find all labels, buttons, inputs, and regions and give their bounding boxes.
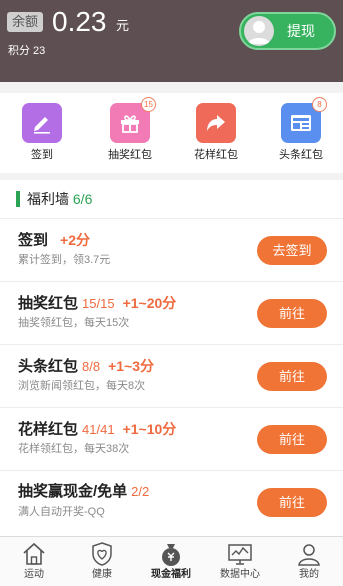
welfare-wall-count: 6/6 <box>72 191 93 207</box>
task-row: 抽奖红包 15/15 +1~20分 抽奖领红包，每天15次 前往 <box>0 282 343 345</box>
nav-item-health[interactable]: 健康 <box>68 541 136 582</box>
quick-item-label: 签到 <box>31 149 53 161</box>
news-tile: 8 <box>281 97 327 143</box>
quick-item-checkin[interactable]: 签到 <box>7 103 77 162</box>
task-title: 抽奖红包 <box>18 295 79 312</box>
go-button[interactable]: 前往 <box>257 425 327 454</box>
bottom-nav: 运动 健康 现金福利 数据中心 我的 <box>0 536 343 586</box>
balance-header: 余额 0.23 元 积分 23 提现 <box>0 0 343 82</box>
task-headline: 抽奖红包 15/15 +1~20分 <box>18 293 176 314</box>
gift-icon <box>121 115 139 133</box>
home-icon <box>23 542 45 565</box>
task-progress: 2/2 <box>131 484 150 499</box>
nav-item-mine[interactable]: 我的 <box>275 541 343 582</box>
go-button[interactable]: 前往 <box>257 299 327 328</box>
task-progress: 8/8 <box>82 359 101 374</box>
go-button[interactable]: 前往 <box>257 362 327 391</box>
nav-item-cash-welfare[interactable]: 现金福利 <box>137 541 205 582</box>
task-description: 满人自动开奖-QQ <box>18 506 105 518</box>
task-progress: 15/15 <box>82 296 115 311</box>
task-title: 头条红包 <box>18 358 79 375</box>
task-reward: +1~10分 <box>122 421 177 437</box>
nav-label: 现金福利 <box>151 569 191 580</box>
welfare-wall: 福利墙 6/6 签到 +2分 累计签到，领3.7元 去签到 抽奖红包 15/15 +1… <box>0 180 343 536</box>
welfare-wall-header: 福利墙 6/6 <box>0 180 343 219</box>
user-icon <box>298 544 320 566</box>
welfare-wall-title-text: 福利墙 <box>27 191 69 207</box>
quick-item-lottery[interactable]: 15 抽奖红包 <box>95 97 165 162</box>
lottery-badge: 15 <box>141 97 156 112</box>
share-arrow-icon <box>207 115 225 131</box>
task-headline: 签到 +2分 <box>18 230 90 251</box>
quick-item-news[interactable]: 8 头条红包 <box>266 97 336 162</box>
quick-item-label: 抽奖红包 <box>108 149 152 161</box>
task-description: 花样领红包，每天38次 <box>18 443 130 455</box>
quick-item-fancy[interactable]: 花样红包 <box>181 103 251 162</box>
task-title: 签到 <box>18 232 49 249</box>
task-title: 抽奖赢现金/免单 <box>18 483 128 500</box>
user-avatar-icon <box>248 21 270 44</box>
task-reward: +2分 <box>60 232 90 248</box>
lottery-tile: 15 <box>110 97 156 143</box>
go-button[interactable]: 前往 <box>257 488 327 517</box>
task-description: 抽奖领红包，每天15次 <box>18 317 130 329</box>
nav-item-sport[interactable]: 运动 <box>0 541 68 582</box>
task-row: 签到 +2分 累计签到，领3.7元 去签到 <box>0 219 343 282</box>
nav-label: 健康 <box>92 569 112 580</box>
news-badge: 8 <box>312 97 327 112</box>
task-row: 抽奖赢现金/免单 2/2 满人自动开奖-QQ 前往 <box>0 471 343 534</box>
chart-monitor-icon <box>228 544 252 565</box>
points-text: 积分 23 <box>8 45 46 57</box>
pencil-icon <box>34 117 50 134</box>
nav-label: 数据中心 <box>220 569 260 580</box>
withdraw-label: 提现 <box>287 23 315 39</box>
news-icon <box>291 115 311 131</box>
task-headline: 头条红包 8/8 +1~3分 <box>18 356 154 377</box>
task-row: 头条红包 8/8 +1~3分 浏览新闻领红包，每天8次 前往 <box>0 345 343 408</box>
task-row: 花样红包 41/41 +1~10分 花样领红包，每天38次 前往 <box>0 408 343 471</box>
task-description: 浏览新闻领红包，每天8次 <box>18 380 146 392</box>
task-reward: +1~20分 <box>122 295 177 311</box>
nav-label: 我的 <box>299 569 319 580</box>
withdraw-button[interactable]: 提现 <box>239 12 336 50</box>
checkin-tile <box>22 103 62 143</box>
task-headline: 抽奖赢现金/免单 2/2 <box>18 482 149 502</box>
section-accent-bar <box>16 191 20 207</box>
balance-value: 0.23 <box>52 6 107 37</box>
task-progress: 41/41 <box>82 422 115 437</box>
balance-unit: 元 <box>116 18 130 33</box>
task-headline: 花样红包 41/41 +1~10分 <box>18 419 176 440</box>
nav-item-data-center[interactable]: 数据中心 <box>206 541 274 582</box>
nav-label: 运动 <box>24 569 44 580</box>
money-bag-icon <box>162 544 180 566</box>
task-title: 花样红包 <box>18 421 79 438</box>
task-reward: +1~3分 <box>108 358 155 374</box>
heart-shield-icon <box>92 542 112 566</box>
quick-item-label: 头条红包 <box>279 149 323 161</box>
fancy-tile <box>196 103 236 143</box>
quick-item-label: 花样红包 <box>194 149 238 161</box>
quick-actions: 签到 15 抽奖红包 花样红包 8 头条红包 <box>0 93 343 173</box>
avatar <box>244 16 274 46</box>
welfare-wall-title: 福利墙 6/6 <box>27 190 92 208</box>
task-description: 累计签到，领3.7元 <box>18 254 111 266</box>
checkin-button[interactable]: 去签到 <box>257 236 327 265</box>
balance-tag: 余额 <box>7 12 44 32</box>
